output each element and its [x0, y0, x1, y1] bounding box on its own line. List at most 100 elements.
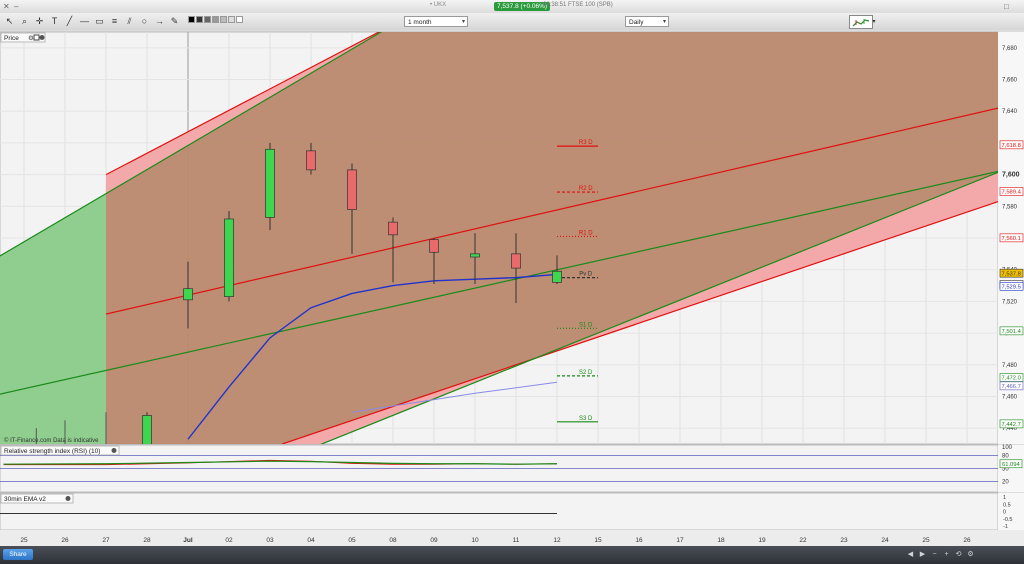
- x-tick-label: 05: [348, 537, 356, 544]
- price-axis-badge-text: 7,537.8: [1002, 271, 1021, 277]
- x-tick-label: 26: [963, 537, 971, 544]
- price-axis-badge-text: 7,501.4: [1002, 329, 1022, 335]
- x-tick-label: 24: [881, 537, 889, 544]
- pivot-label: R2 D: [579, 186, 593, 192]
- price-axis-badge-text: 7,472.0: [1002, 376, 1021, 382]
- rsi-tick-label: 100: [1002, 445, 1013, 451]
- price-axis-badge-text: 7,529.5: [1002, 285, 1021, 291]
- pivot-label: S2 D: [579, 370, 593, 376]
- color-swatch-white[interactable]: [236, 16, 243, 23]
- x-tick-label: 26: [61, 537, 69, 544]
- watermark: © IT-Finance.com Data is indicative: [4, 437, 99, 444]
- ellipse-icon[interactable]: ○: [138, 15, 151, 27]
- rsi-value-label: 61.094: [1002, 462, 1021, 468]
- chart-toolbar: ↖ ⌕ ✛ T ╱ — ▭ ≡ ⫽ ○ → ✎ 1 month ▾ Daily …: [0, 13, 1024, 31]
- y-tick-label: 7,660: [1002, 78, 1018, 84]
- horizontal-line-icon[interactable]: —: [78, 15, 91, 27]
- y-tick-label: 7,680: [1002, 46, 1018, 52]
- x-tick-label: 17: [676, 537, 684, 544]
- y-tick-label: 7,580: [1002, 204, 1018, 210]
- y-tick-label: 7,600: [1002, 172, 1020, 179]
- window-titlebar: ✕ – □ • UKX 7,537.8 (+0.06%) 08:38:51 FT…: [0, 0, 1024, 14]
- rsi-tick-label: 80: [1002, 454, 1009, 460]
- color-swatch-grey[interactable]: [204, 16, 211, 23]
- close-icon: [39, 35, 45, 40]
- period-select[interactable]: 1 month ▾: [404, 16, 468, 27]
- x-tick-label: 15: [594, 537, 602, 544]
- color-swatch-black[interactable]: [188, 16, 195, 23]
- chevron-down-icon: ▾: [461, 19, 465, 25]
- minimize-window-icon[interactable]: –: [14, 2, 23, 11]
- x-tick-label: 16: [635, 537, 643, 544]
- x-tick-label: 02: [225, 537, 233, 544]
- candle-bear: [388, 221, 398, 236]
- chart-area: R3 D R2 D R1 D Pv D S1 D S2 D S3 D Price ⚙ © IT-F…: [0, 30, 1024, 548]
- x-tick-label: 09: [430, 537, 438, 544]
- price-badge: 7,537.8 (+0.06%): [494, 2, 551, 11]
- price-axis-badge-text: 7,466.7: [1002, 384, 1021, 390]
- zoom-in-icon[interactable]: +: [942, 550, 951, 559]
- x-tick-label: 12: [553, 537, 561, 544]
- scroll-right-icon[interactable]: ▶: [918, 550, 927, 559]
- rsi-tick-label: 20: [1002, 479, 1009, 485]
- channel-icon[interactable]: ⫽: [123, 15, 136, 27]
- y-tick-label: 7,640: [1002, 109, 1018, 115]
- close-window-icon[interactable]: ✕: [3, 2, 12, 11]
- rectangle-icon[interactable]: ▭: [93, 15, 106, 27]
- chart-type-dropdown-icon[interactable]: ▾: [871, 15, 877, 27]
- ema-axis-bg: [998, 493, 1024, 530]
- y-tick-label: 7,520: [1002, 299, 1018, 305]
- crosshair-icon[interactable]: ✛: [33, 15, 46, 27]
- x-tick-label: 10: [471, 537, 479, 544]
- ema-tick-label: -1: [1003, 524, 1008, 530]
- candle-bull: [470, 253, 480, 258]
- pivot-label: S3 D: [579, 416, 593, 422]
- interval-select[interactable]: Daily ▾: [625, 16, 669, 27]
- x-tick-label: 28: [143, 537, 151, 544]
- pivot-label: R3 D: [579, 140, 593, 146]
- ema-tick-label: 0.5: [1003, 502, 1011, 508]
- price-axis-badge-text: 7,560.1: [1002, 236, 1021, 242]
- zoom-icon[interactable]: ⌕: [18, 15, 31, 27]
- maximize-window-icon[interactable]: □: [1004, 2, 1013, 11]
- close-icon: [111, 448, 117, 453]
- color-swatch-light[interactable]: [220, 16, 227, 23]
- share-button[interactable]: Share: [3, 549, 33, 560]
- maximize-icon: [33, 34, 40, 41]
- reset-zoom-icon[interactable]: ⟲: [954, 550, 963, 559]
- x-tick-label: 08: [389, 537, 397, 544]
- price-panel-label: Price: [4, 35, 19, 42]
- pen-icon[interactable]: ✎: [168, 15, 181, 27]
- scroll-left-icon[interactable]: ◀: [906, 550, 915, 559]
- fibonacci-icon[interactable]: ≡: [108, 15, 121, 27]
- color-swatch-dark[interactable]: [196, 16, 203, 23]
- candle-bull: [183, 288, 193, 301]
- chart-svg: R3 D R2 D R1 D Pv D S1 D S2 D S3 D Price ⚙ © IT-F…: [0, 30, 1024, 548]
- settings-icon: ⚙: [28, 34, 34, 42]
- color-swatch-pale[interactable]: [228, 16, 235, 23]
- interval-select-value: Daily: [629, 19, 644, 26]
- color-swatch-mid[interactable]: [212, 16, 219, 23]
- pointer-icon[interactable]: ↖: [3, 15, 16, 27]
- x-tick-label: 18: [717, 537, 725, 544]
- candle-bear: [306, 150, 316, 171]
- pivot-label: Pv D: [579, 272, 593, 278]
- trendline-icon[interactable]: ╱: [63, 15, 76, 27]
- pivot-label: S1 D: [579, 322, 593, 328]
- chart-type-icon[interactable]: [849, 15, 873, 29]
- settings-icon[interactable]: ⚙: [966, 550, 975, 559]
- ema-panel-label: 30min EMA v2: [4, 496, 46, 503]
- zoom-out-icon[interactable]: −: [930, 550, 939, 559]
- x-tick-label: Jul: [183, 537, 193, 544]
- arrow-icon[interactable]: →: [153, 15, 166, 27]
- x-tick-label: 25: [922, 537, 930, 544]
- x-tick-label: 03: [266, 537, 274, 544]
- candle-bull: [265, 148, 275, 218]
- price-axis-badge-text: 7,589.4: [1002, 190, 1022, 196]
- ema-panel: [0, 492, 999, 531]
- text-icon[interactable]: T: [48, 15, 61, 27]
- x-tick-label: 11: [513, 537, 520, 544]
- ema-tick-label: 1: [1003, 495, 1006, 501]
- x-tick-label: 22: [799, 537, 807, 544]
- candle-bull: [552, 270, 562, 283]
